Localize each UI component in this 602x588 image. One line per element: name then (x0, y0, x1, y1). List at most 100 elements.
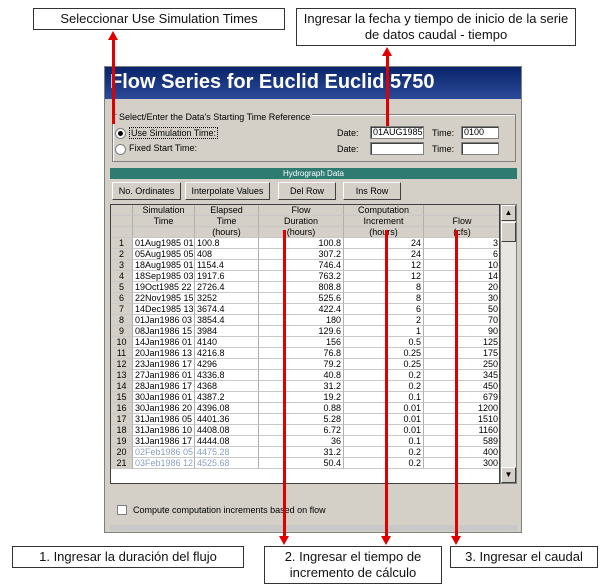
use-simulation-time-label[interactable]: Use Simulation Time: (129, 127, 219, 139)
table-row[interactable]: 10 14Jan1986 01 4140 156 0.5 125 (111, 337, 499, 348)
fixed-time-field[interactable] (461, 142, 499, 155)
scroll-thumb[interactable] (501, 222, 516, 242)
cell-elapsed-time[interactable]: 1917.6 (195, 271, 259, 282)
cell-flow[interactable]: 50 (424, 304, 499, 315)
scroll-down-button[interactable]: ▼ (501, 467, 516, 483)
cell-flow-duration[interactable]: 40.8 (259, 370, 344, 381)
cell-computation-increment[interactable]: 0.1 (344, 392, 424, 403)
cell-elapsed-time[interactable]: 3252 (195, 293, 259, 304)
cell-elapsed-time[interactable]: 3984 (195, 326, 259, 337)
table-row[interactable]: 20 02Feb1986 05 4475.28 31.2 0.2 400 (111, 447, 499, 458)
cell-flow[interactable]: 679 (424, 392, 499, 403)
table-row[interactable]: 7 14Dec1985 13 3674.4 422.4 6 50 (111, 304, 499, 315)
cell-flow-duration[interactable]: 100.8 (259, 238, 344, 249)
cell-computation-increment[interactable]: 0.01 (344, 403, 424, 414)
cell-flow[interactable]: 1510 (424, 414, 499, 425)
cell-flow-duration[interactable]: 422.4 (259, 304, 344, 315)
cell-flow-duration[interactable]: 50.4 (259, 458, 344, 469)
cell-flow[interactable]: 3 (424, 238, 499, 249)
cell-elapsed-time[interactable]: 4444.08 (195, 436, 259, 447)
cell-simulation-time[interactable]: 31Jan1986 05 (133, 414, 195, 425)
table-row[interactable]: 1 01Aug1985 01 100.8 100.8 24 3 (111, 238, 499, 249)
cell-elapsed-time[interactable]: 4216.8 (195, 348, 259, 359)
cell-computation-increment[interactable]: 0.2 (344, 458, 424, 469)
cell-flow-duration[interactable]: 0.88 (259, 403, 344, 414)
cell-computation-increment[interactable]: 0.01 (344, 414, 424, 425)
cell-simulation-time[interactable]: 18Sep1985 03 (133, 271, 195, 282)
cell-flow[interactable]: 90 (424, 326, 499, 337)
cell-simulation-time[interactable]: 05Aug1985 05 (133, 249, 195, 260)
cell-flow[interactable]: 70 (424, 315, 499, 326)
ins-row-button[interactable]: Ins Row (343, 182, 401, 200)
cell-computation-increment[interactable]: 0.5 (344, 337, 424, 348)
cell-simulation-time[interactable]: 01Jan1986 03 (133, 315, 195, 326)
scroll-up-button[interactable]: ▲ (501, 205, 516, 221)
cell-simulation-time[interactable]: 01Aug1985 01 (133, 238, 195, 249)
cell-elapsed-time[interactable]: 4140 (195, 337, 259, 348)
cell-elapsed-time[interactable]: 4387.2 (195, 392, 259, 403)
cell-elapsed-time[interactable]: 4475.28 (195, 447, 259, 458)
cell-elapsed-time[interactable]: 408 (195, 249, 259, 260)
cell-simulation-time[interactable]: 03Feb1986 12 (133, 458, 195, 469)
cell-flow-duration[interactable]: 763.2 (259, 271, 344, 282)
cell-computation-increment[interactable]: 0.2 (344, 381, 424, 392)
cell-flow[interactable]: 14 (424, 271, 499, 282)
cell-flow-duration[interactable]: 156 (259, 337, 344, 348)
cell-flow[interactable]: 175 (424, 348, 499, 359)
cell-flow-duration[interactable]: 31.2 (259, 447, 344, 458)
cell-flow-duration[interactable]: 76.8 (259, 348, 344, 359)
cell-simulation-time[interactable]: 02Feb1986 05 (133, 447, 195, 458)
table-row[interactable]: 6 22Nov1985 15 3252 525.6 8 30 (111, 293, 499, 304)
cell-computation-increment[interactable]: 8 (344, 282, 424, 293)
cell-computation-increment[interactable]: 8 (344, 293, 424, 304)
table-row[interactable]: 11 20Jan1986 13 4216.8 76.8 0.25 175 (111, 348, 499, 359)
cell-flow[interactable]: 30 (424, 293, 499, 304)
cell-flow[interactable]: 345 (424, 370, 499, 381)
cell-elapsed-time[interactable]: 4401.36 (195, 414, 259, 425)
fixed-start-time-label[interactable]: Fixed Start Time: (129, 143, 197, 153)
cell-flow[interactable]: 10 (424, 260, 499, 271)
cell-simulation-time[interactable]: 30Jan1986 01 (133, 392, 195, 403)
cell-simulation-time[interactable]: 22Nov1985 15 (133, 293, 195, 304)
cell-computation-increment[interactable]: 12 (344, 271, 424, 282)
cell-computation-increment[interactable]: 0.01 (344, 425, 424, 436)
cell-computation-increment[interactable]: 12 (344, 260, 424, 271)
cell-simulation-time[interactable]: 14Dec1985 13 (133, 304, 195, 315)
cell-simulation-time[interactable]: 30Jan1986 20 (133, 403, 195, 414)
table-row[interactable]: 8 01Jan1986 03 3854.4 180 2 70 (111, 315, 499, 326)
table-row[interactable]: 9 08Jan1986 15 3984 129.6 1 90 (111, 326, 499, 337)
cell-flow-duration[interactable]: 307.2 (259, 249, 344, 260)
table-row[interactable]: 15 30Jan1986 01 4387.2 19.2 0.1 679 (111, 392, 499, 403)
cell-flow[interactable]: 300 (424, 458, 499, 469)
cell-elapsed-time[interactable]: 4408.08 (195, 425, 259, 436)
table-row[interactable]: 4 18Sep1985 03 1917.6 763.2 12 14 (111, 271, 499, 282)
table-row[interactable]: 3 18Aug1985 01 1154.4 746.4 12 10 (111, 260, 499, 271)
cell-flow-duration[interactable]: 525.6 (259, 293, 344, 304)
compute-increments-checkbox[interactable] (117, 505, 127, 515)
cell-flow[interactable]: 1200 (424, 403, 499, 414)
cell-elapsed-time[interactable]: 100.8 (195, 238, 259, 249)
cell-flow[interactable]: 589 (424, 436, 499, 447)
table-row[interactable]: 19 31Jan1986 17 4444.08 36 0.1 589 (111, 436, 499, 447)
compute-increments-label[interactable]: Compute computation increments based on … (133, 505, 326, 515)
cell-simulation-time[interactable]: 28Jan1986 17 (133, 381, 195, 392)
cell-flow-duration[interactable]: 808.8 (259, 282, 344, 293)
no-ordinates-button[interactable]: No. Ordinates (112, 182, 181, 200)
cell-flow-duration[interactable]: 180 (259, 315, 344, 326)
table-row[interactable]: 13 27Jan1986 01 4336.8 40.8 0.2 345 (111, 370, 499, 381)
use-simulation-time-radio[interactable] (115, 128, 126, 139)
fixed-start-time-radio[interactable] (115, 144, 126, 155)
fixed-date-field[interactable] (370, 142, 424, 155)
cell-flow[interactable]: 450 (424, 381, 499, 392)
cell-elapsed-time[interactable]: 4368 (195, 381, 259, 392)
cell-flow[interactable]: 20 (424, 282, 499, 293)
sim-time-field[interactable]: 0100 (461, 126, 499, 139)
cell-elapsed-time[interactable]: 4296 (195, 359, 259, 370)
table-row[interactable]: 14 28Jan1986 17 4368 31.2 0.2 450 (111, 381, 499, 392)
cell-flow[interactable]: 400 (424, 447, 499, 458)
table-row[interactable]: 5 19Oct1985 22 2726.4 808.8 8 20 (111, 282, 499, 293)
cell-simulation-time[interactable]: 14Jan1986 01 (133, 337, 195, 348)
cell-simulation-time[interactable]: 27Jan1986 01 (133, 370, 195, 381)
cell-elapsed-time[interactable]: 1154.4 (195, 260, 259, 271)
cell-flow-duration[interactable]: 79.2 (259, 359, 344, 370)
